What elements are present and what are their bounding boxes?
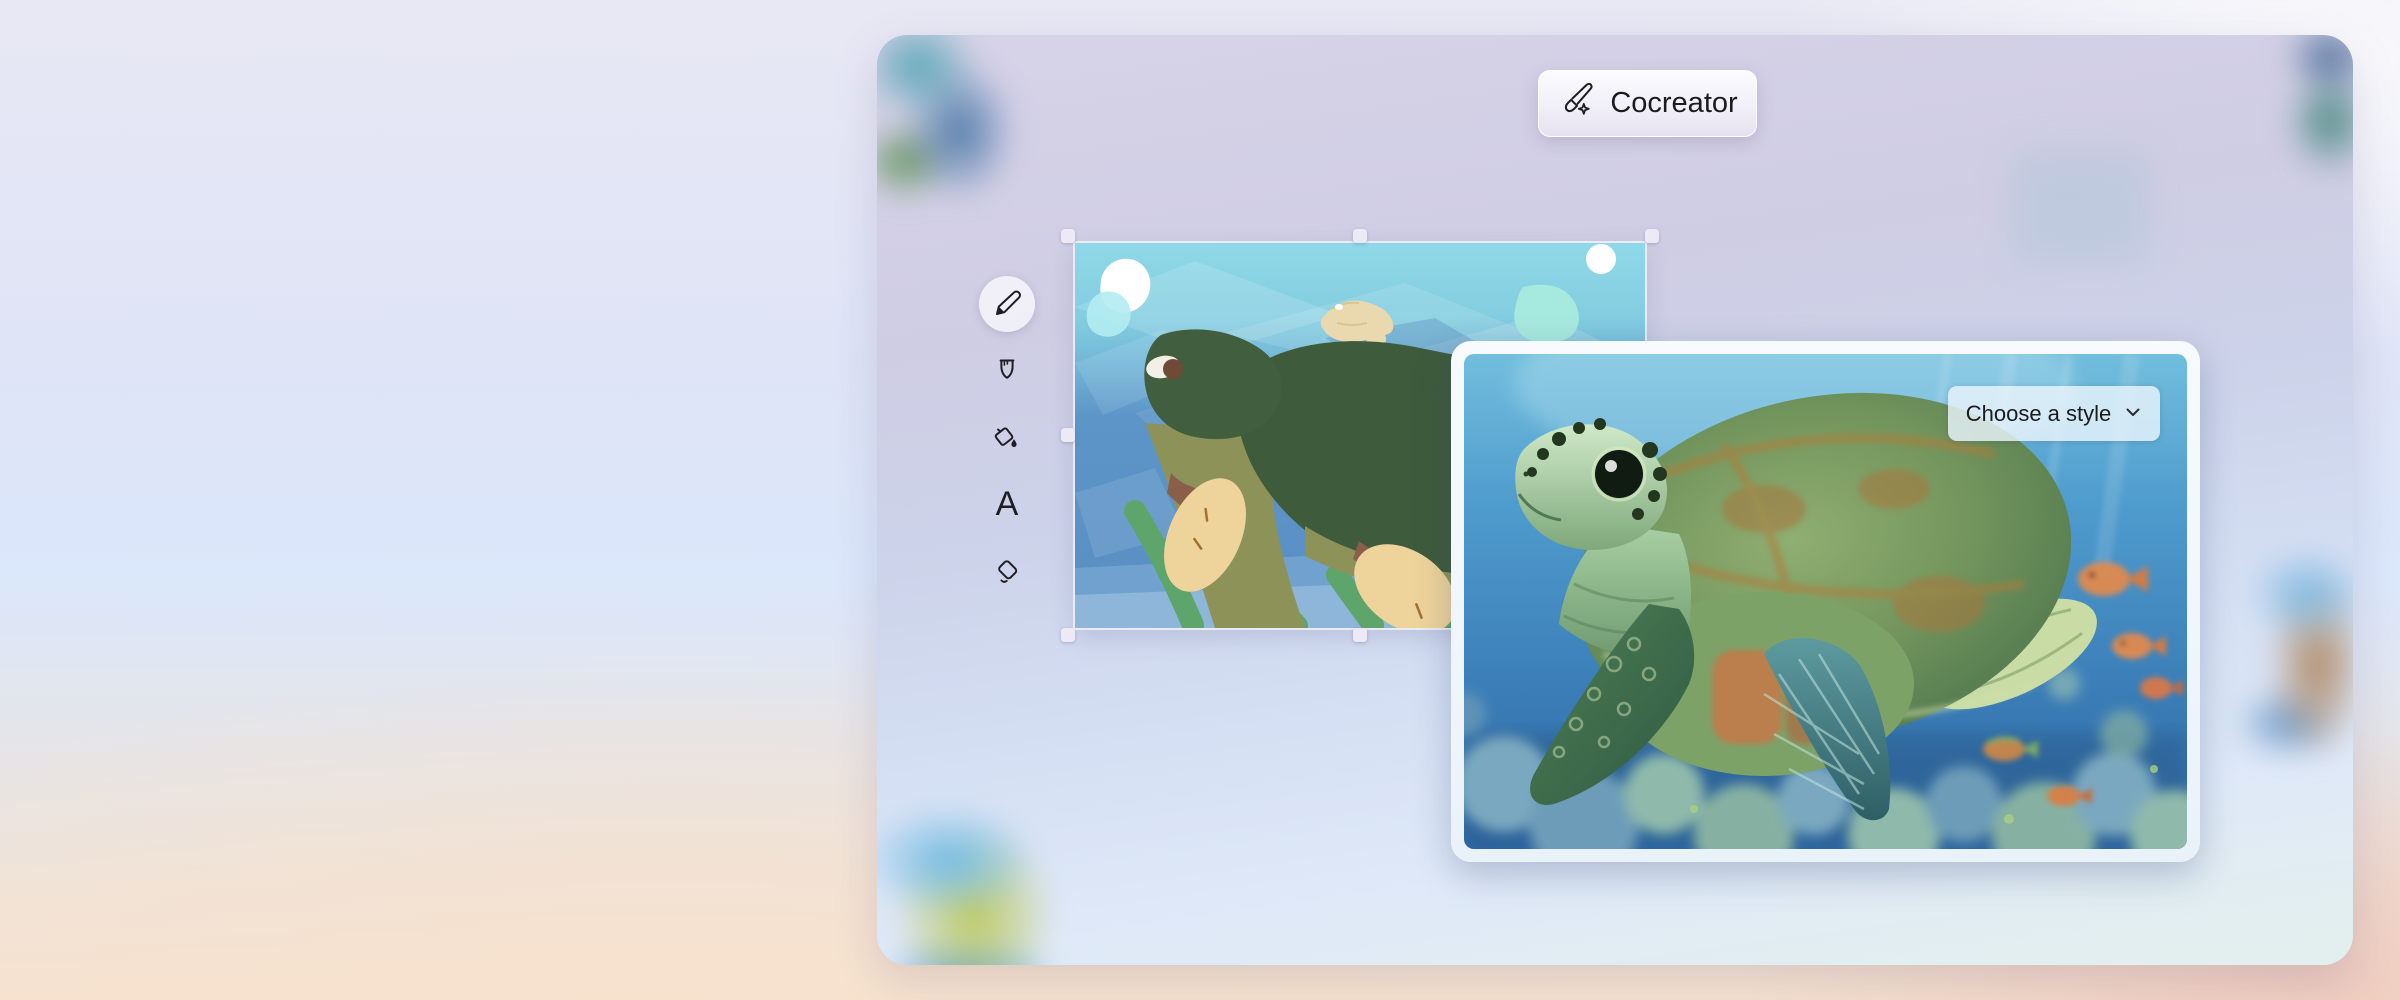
blurred-artwork-upper-right	[2013, 151, 2149, 263]
pencil-tool-button[interactable]	[979, 276, 1035, 332]
eraser-tool-button[interactable]	[979, 544, 1035, 600]
pen-icon	[991, 355, 1023, 387]
text-tool-button[interactable]: A	[979, 477, 1035, 533]
selection-handle-top-middle[interactable]	[1353, 229, 1367, 243]
selection-handle-bottom-left[interactable]	[1061, 628, 1075, 642]
selection-handle-top-right[interactable]	[1645, 229, 1659, 243]
selection-handle-bottom-middle[interactable]	[1353, 628, 1367, 642]
generated-turtle-image: Choose a style	[1464, 354, 2187, 849]
blurred-artwork-middle-right	[2233, 547, 2353, 762]
pencil-icon	[991, 288, 1023, 320]
blurred-artwork-top-right	[2273, 35, 2353, 177]
cocreator-button[interactable]: Cocreator	[1538, 70, 1757, 137]
chevron-down-icon	[2124, 401, 2142, 427]
blurred-artwork-top-left	[877, 35, 1017, 203]
fill-bucket-icon	[991, 422, 1023, 454]
selection-handle-middle-left[interactable]	[1061, 428, 1075, 442]
choose-style-dropdown[interactable]: Choose a style	[1948, 386, 2160, 441]
text-icon: A	[996, 487, 1019, 521]
fill-tool-button[interactable]	[979, 410, 1035, 466]
blurred-artwork-bottom-left	[877, 803, 1057, 965]
cocreator-demo-page: Cocreator	[0, 0, 2400, 1000]
pen-tool-button[interactable]	[979, 343, 1035, 399]
generated-image-card: Choose a style	[1451, 341, 2200, 862]
selection-handle-top-left[interactable]	[1061, 229, 1075, 243]
brush-sparkle-icon	[1557, 81, 1595, 127]
whiteboard-panel: Cocreator	[877, 35, 2353, 965]
cocreator-label: Cocreator	[1610, 87, 1737, 120]
choose-style-label: Choose a style	[1966, 401, 2112, 427]
eraser-icon	[991, 556, 1023, 588]
drawing-toolbar: A	[979, 276, 1035, 611]
